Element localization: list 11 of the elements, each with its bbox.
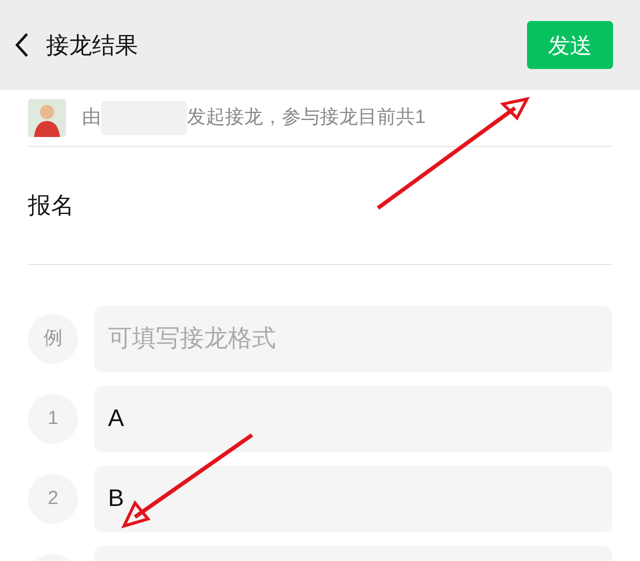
info-text: 发起接龙，参与接龙目前共1: [187, 106, 426, 130]
entry-field[interactable]: B: [94, 466, 612, 532]
page-title: 接龙结果: [46, 30, 138, 60]
entry-field[interactable]: 可填写接龙格式: [94, 306, 612, 372]
entry-field[interactable]: A: [94, 386, 612, 452]
row-number: 2: [28, 474, 78, 524]
row-number: 例: [28, 314, 78, 364]
section-title: 报名: [28, 191, 74, 220]
avatar-icon: [28, 99, 66, 137]
info-text: 由: [82, 106, 101, 130]
row-number: 1: [28, 394, 78, 444]
